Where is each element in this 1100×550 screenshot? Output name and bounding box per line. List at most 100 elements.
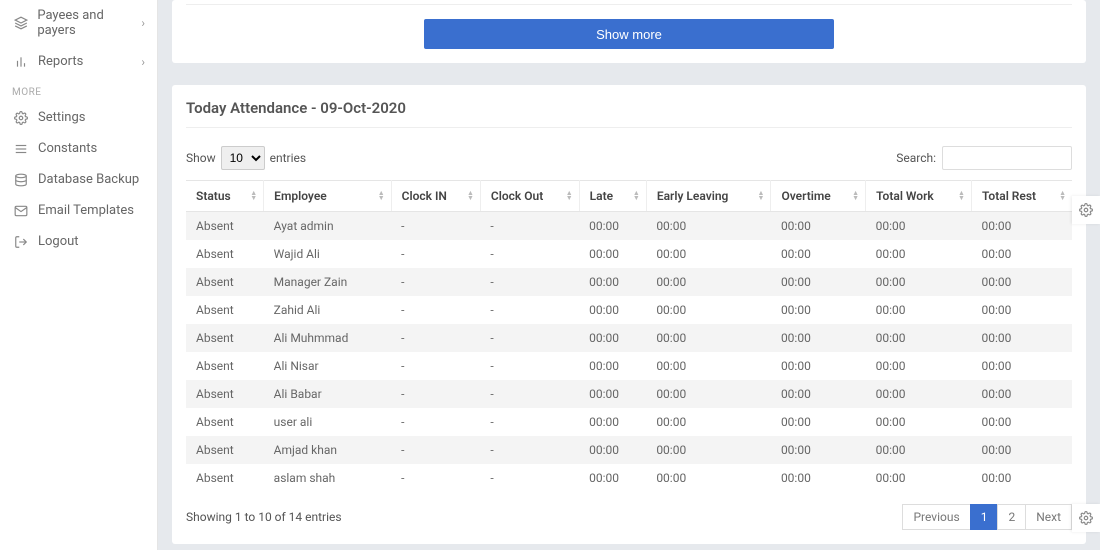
- cell-employee: Wajid Ali: [264, 240, 391, 268]
- table-row: AbsentAyat admin--00:0000:0000:0000:0000…: [186, 212, 1072, 241]
- cell-early: 00:00: [646, 436, 771, 464]
- column-header[interactable]: Total Work▲▼: [866, 181, 972, 212]
- cell-early: 00:00: [646, 296, 771, 324]
- column-header[interactable]: Clock Out▲▼: [480, 181, 579, 212]
- cell-rest: 00:00: [971, 408, 1072, 436]
- list-icon: [12, 142, 30, 156]
- column-label: Clock IN: [402, 189, 447, 203]
- cell-status: Absent: [186, 296, 264, 324]
- chevron-right-icon: ›: [141, 55, 145, 69]
- pagination-prev[interactable]: Previous: [902, 504, 970, 530]
- top-card: Show more: [172, 0, 1086, 63]
- cell-clock_in: -: [391, 436, 480, 464]
- table-row: AbsentAli Babar--00:0000:0000:0000:0000:…: [186, 380, 1072, 408]
- cell-employee: Amjad khan: [264, 436, 391, 464]
- nav-settings[interactable]: Settings: [0, 102, 157, 133]
- cell-early: 00:00: [646, 380, 771, 408]
- cell-late: 00:00: [579, 352, 646, 380]
- nav-email-templates[interactable]: Email Templates: [0, 195, 157, 226]
- cell-late: 00:00: [579, 324, 646, 352]
- nav-payees[interactable]: Payees and payers ›: [0, 0, 157, 46]
- attendance-card: Today Attendance - 09-Oct-2020 Show 10 e…: [172, 85, 1086, 544]
- sort-icon: ▲▼: [250, 191, 257, 201]
- pagination-next[interactable]: Next: [1025, 504, 1072, 530]
- cell-status: Absent: [186, 240, 264, 268]
- cell-overtime: 00:00: [771, 324, 866, 352]
- table-row: AbsentAli Nisar--00:0000:0000:0000:0000:…: [186, 352, 1072, 380]
- cell-overtime: 00:00: [771, 268, 866, 296]
- cell-clock_out: -: [480, 240, 579, 268]
- layers-icon: [12, 16, 29, 30]
- nav-reports[interactable]: Reports ›: [0, 46, 157, 77]
- cell-clock_out: -: [480, 408, 579, 436]
- column-label: Employee: [274, 189, 327, 203]
- column-header[interactable]: Late ▲▼: [579, 181, 646, 212]
- card-title: Today Attendance - 09-Oct-2020: [186, 99, 1072, 128]
- pagination-page-2[interactable]: 2: [997, 504, 1026, 530]
- cell-clock_in: -: [391, 352, 480, 380]
- gear-icon: [1079, 203, 1093, 217]
- column-header[interactable]: Total Rest▲▼: [971, 181, 1072, 212]
- column-header[interactable]: Overtime ▲▼: [771, 181, 866, 212]
- cell-overtime: 00:00: [771, 380, 866, 408]
- cell-work: 00:00: [866, 240, 972, 268]
- sidebar: Payees and payers › Reports › MORE Setti…: [0, 0, 158, 550]
- nav-label: Payees and payers: [37, 8, 141, 38]
- column-header[interactable]: Employee▲▼: [264, 181, 391, 212]
- table-row: AbsentWajid Ali--00:0000:0000:0000:0000:…: [186, 240, 1072, 268]
- cell-clock_out: -: [480, 352, 579, 380]
- nav-db-backup[interactable]: Database Backup: [0, 164, 157, 195]
- cell-rest: 00:00: [971, 352, 1072, 380]
- cell-clock_in: -: [391, 240, 480, 268]
- cell-work: 00:00: [866, 352, 972, 380]
- search-label: Search:: [896, 151, 936, 165]
- cell-clock_in: -: [391, 296, 480, 324]
- cell-clock_in: -: [391, 268, 480, 296]
- cell-work: 00:00: [866, 436, 972, 464]
- cell-rest: 00:00: [971, 268, 1072, 296]
- search-input[interactable]: [942, 146, 1072, 170]
- cell-early: 00:00: [646, 408, 771, 436]
- cell-overtime: 00:00: [771, 296, 866, 324]
- column-label: Late: [590, 189, 613, 203]
- pagination-page-1[interactable]: 1: [970, 504, 999, 530]
- cell-employee: Ayat admin: [264, 212, 391, 241]
- main-content: Show more Today Attendance - 09-Oct-2020…: [158, 0, 1100, 550]
- column-header[interactable]: Early Leaving▲▼: [646, 181, 771, 212]
- cell-clock_out: -: [480, 268, 579, 296]
- nav-logout[interactable]: Logout: [0, 226, 157, 257]
- cell-work: 00:00: [866, 212, 972, 241]
- cell-work: 00:00: [866, 464, 972, 492]
- nav-constants[interactable]: Constants: [0, 133, 157, 164]
- column-label: Total Rest: [982, 189, 1036, 203]
- chevron-right-icon: ›: [141, 16, 145, 30]
- sort-icon: ▲▼: [633, 191, 640, 201]
- cell-employee: aslam shah: [264, 464, 391, 492]
- sort-icon: ▲▼: [852, 191, 859, 201]
- table-row: AbsentManager Zain--00:0000:0000:0000:00…: [186, 268, 1072, 296]
- settings-float-top[interactable]: [1072, 196, 1100, 224]
- cell-work: 00:00: [866, 324, 972, 352]
- cell-clock_in: -: [391, 408, 480, 436]
- sidebar-section-more: MORE: [0, 77, 157, 102]
- cell-clock_in: -: [391, 380, 480, 408]
- cell-late: 00:00: [579, 408, 646, 436]
- table-controls: Show 10 entries Search:: [186, 146, 1072, 170]
- cell-rest: 00:00: [971, 324, 1072, 352]
- page-size-select[interactable]: 10: [221, 146, 265, 170]
- column-label: Overtime: [781, 189, 830, 203]
- table-row: Absentaslam shah--00:0000:0000:0000:0000…: [186, 464, 1072, 492]
- cell-rest: 00:00: [971, 212, 1072, 241]
- settings-float-bottom[interactable]: [1072, 504, 1100, 532]
- cell-status: Absent: [186, 408, 264, 436]
- cell-status: Absent: [186, 324, 264, 352]
- nav-label: Constants: [38, 141, 97, 156]
- table-row: AbsentZahid Ali--00:0000:0000:0000:0000:…: [186, 296, 1072, 324]
- column-label: Clock Out: [491, 189, 543, 203]
- cell-late: 00:00: [579, 296, 646, 324]
- column-header[interactable]: Status▲▼: [186, 181, 264, 212]
- show-more-button[interactable]: Show more: [424, 19, 834, 49]
- cell-clock_out: -: [480, 380, 579, 408]
- cell-employee: Ali Nisar: [264, 352, 391, 380]
- column-header[interactable]: Clock IN▲▼: [391, 181, 480, 212]
